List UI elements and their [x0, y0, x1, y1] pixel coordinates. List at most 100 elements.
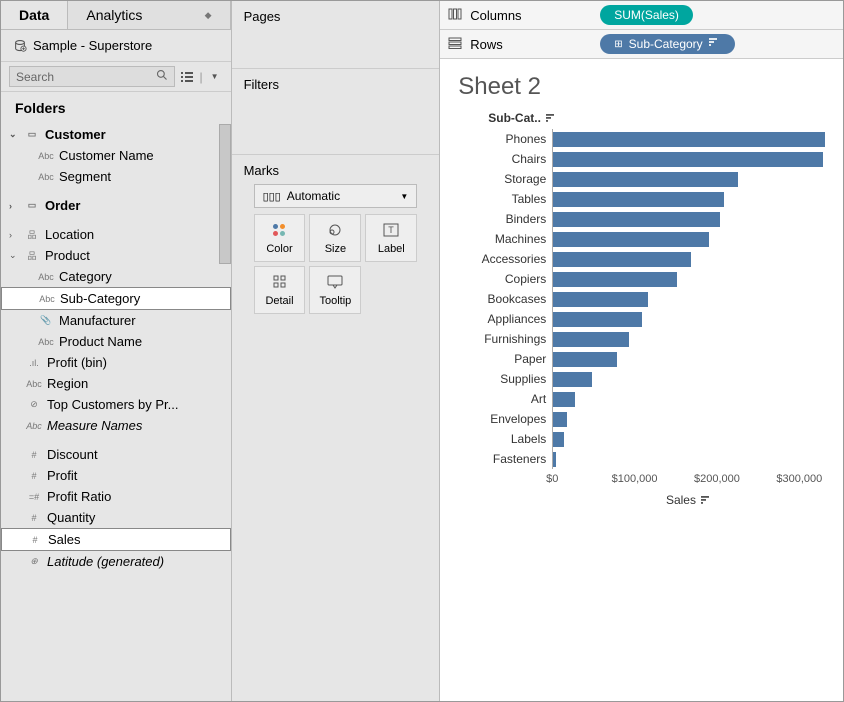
folder-order[interactable]: › ▭ Order — [1, 195, 231, 216]
bar-row[interactable] — [553, 169, 825, 189]
bar[interactable] — [553, 132, 825, 147]
view-list-icon[interactable] — [179, 70, 195, 84]
bar[interactable] — [553, 352, 617, 367]
bar[interactable] — [553, 252, 691, 267]
chart-bars[interactable] — [552, 129, 825, 469]
folder-customer[interactable]: ⌄ ▭ Customer — [1, 124, 231, 145]
y-label[interactable]: Bookcases — [458, 289, 552, 309]
bar[interactable] — [553, 172, 737, 187]
field-top-customers[interactable]: ⊘ Top Customers by Pr... — [1, 394, 231, 415]
field-segment[interactable]: Abc Segment — [1, 166, 231, 187]
bar-row[interactable] — [553, 309, 825, 329]
x-axis-title[interactable]: Sales — [552, 493, 825, 507]
bar[interactable] — [553, 392, 575, 407]
bar-row[interactable] — [553, 449, 825, 469]
bar[interactable] — [553, 452, 555, 467]
marks-card: Marks ▯▯▯ Automatic ▼ Color — [232, 155, 440, 328]
field-sales[interactable]: # Sales — [1, 528, 231, 551]
bar-row[interactable] — [553, 249, 825, 269]
field-sub-category[interactable]: Abc Sub-Category — [1, 287, 231, 310]
bar-row[interactable] — [553, 409, 825, 429]
bar-row[interactable] — [553, 129, 825, 149]
tree-scrollbar[interactable] — [219, 124, 231, 264]
rows-shelf[interactable]: Rows ⊞ Sub-Category — [440, 30, 843, 59]
bar-row[interactable] — [553, 229, 825, 249]
search-input[interactable]: Search — [9, 66, 175, 87]
y-label[interactable]: Paper — [458, 349, 552, 369]
field-profit-bin[interactable]: .ıl. Profit (bin) — [1, 352, 231, 373]
field-profit-ratio[interactable]: =# Profit Ratio — [1, 486, 231, 507]
y-label[interactable]: Machines — [458, 229, 552, 249]
pages-label: Pages — [244, 9, 428, 24]
y-label[interactable]: Storage — [458, 169, 552, 189]
sub-category-header[interactable]: Sub-Cat.. — [488, 111, 825, 125]
bar-row[interactable] — [553, 189, 825, 209]
bar-row[interactable] — [553, 209, 825, 229]
y-label[interactable]: Tables — [458, 189, 552, 209]
y-label[interactable]: Art — [458, 389, 552, 409]
y-label[interactable]: Copiers — [458, 269, 552, 289]
marks-label: Marks — [244, 163, 428, 178]
bar[interactable] — [553, 232, 709, 247]
bar-row[interactable] — [553, 429, 825, 449]
bar-row[interactable] — [553, 369, 825, 389]
bar[interactable] — [553, 432, 564, 447]
pages-shelf[interactable]: Pages — [232, 1, 440, 69]
folder-location[interactable]: › 品 Location — [1, 224, 231, 245]
abc-icon: Abc — [37, 172, 55, 182]
bar[interactable] — [553, 292, 648, 307]
bar[interactable] — [553, 412, 567, 427]
pill-sub-category[interactable]: ⊞ Sub-Category — [600, 34, 734, 54]
bar[interactable] — [553, 312, 642, 327]
field-category[interactable]: Abc Category — [1, 266, 231, 287]
y-label[interactable]: Labels — [458, 429, 552, 449]
y-label[interactable]: Fasteners — [458, 449, 552, 469]
mark-tooltip-button[interactable]: Tooltip — [309, 266, 361, 314]
y-label[interactable]: Accessories — [458, 249, 552, 269]
bar[interactable] — [553, 152, 823, 167]
field-profit[interactable]: # Profit — [1, 465, 231, 486]
tab-analytics[interactable]: Analytics ◆ — [68, 1, 230, 29]
field-quantity[interactable]: # Quantity — [1, 507, 231, 528]
tab-analytics-label: Analytics — [86, 7, 142, 23]
bar-row[interactable] — [553, 389, 825, 409]
mark-size-button[interactable]: Size — [309, 214, 361, 262]
y-label[interactable]: Envelopes — [458, 409, 552, 429]
bar-row[interactable] — [553, 329, 825, 349]
bar-row[interactable] — [553, 289, 825, 309]
bar[interactable] — [553, 332, 629, 347]
y-label[interactable]: Furnishings — [458, 329, 552, 349]
marks-type-dropdown[interactable]: ▯▯▯ Automatic ▼ — [254, 184, 418, 208]
field-product-name[interactable]: Abc Product Name — [1, 331, 231, 352]
y-label[interactable]: Binders — [458, 209, 552, 229]
field-region[interactable]: Abc Region — [1, 373, 231, 394]
filters-shelf[interactable]: Filters — [232, 69, 440, 155]
field-measure-names[interactable]: Abc Measure Names — [1, 415, 231, 436]
bar-row[interactable] — [553, 269, 825, 289]
bar-row[interactable] — [553, 149, 825, 169]
bar-row[interactable] — [553, 349, 825, 369]
y-label[interactable]: Chairs — [458, 149, 552, 169]
mark-detail-button[interactable]: Detail — [254, 266, 306, 314]
field-customer-name[interactable]: Abc Customer Name — [1, 145, 231, 166]
bar[interactable] — [553, 192, 723, 207]
mark-color-button[interactable]: Color — [254, 214, 306, 262]
y-label[interactable]: Supplies — [458, 369, 552, 389]
pill-sum-sales[interactable]: SUM(Sales) — [600, 5, 693, 25]
bar[interactable] — [553, 272, 677, 287]
sheet-title[interactable]: Sheet 2 — [458, 73, 825, 101]
tab-data[interactable]: Data — [1, 1, 68, 29]
datasource-row[interactable]: Sample - Superstore — [1, 30, 231, 61]
y-label[interactable]: Appliances — [458, 309, 552, 329]
folder-product[interactable]: ⌄ 品 Product — [1, 245, 231, 266]
field-discount[interactable]: # Discount — [1, 444, 231, 465]
field-manufacturer[interactable]: 📎 Manufacturer — [1, 310, 231, 331]
dropdown-icon[interactable]: ▼ — [207, 70, 223, 84]
field-latitude[interactable]: ⊕ Latitude (generated) — [1, 551, 231, 572]
bar[interactable] — [553, 212, 720, 227]
set-icon: ⊘ — [25, 399, 43, 410]
mark-label-button[interactable]: T Label — [365, 214, 417, 262]
bar[interactable] — [553, 372, 592, 387]
columns-shelf[interactable]: Columns SUM(Sales) — [440, 1, 843, 30]
y-label[interactable]: Phones — [458, 129, 552, 149]
